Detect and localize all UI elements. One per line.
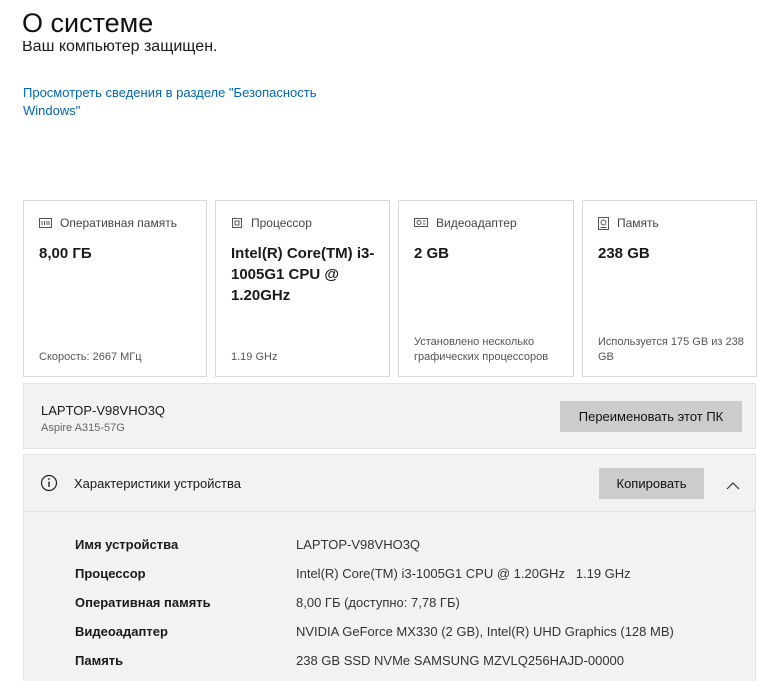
spec-label: Память: [75, 653, 124, 668]
card-value: 8,00 ГБ: [39, 245, 92, 262]
card-footer: 1.19 GHz: [231, 351, 278, 363]
pc-model: Aspire A315-57G: [41, 422, 125, 434]
memory-icon: [39, 218, 52, 228]
spec-value: LAPTOP-V98VHO3Q: [296, 537, 421, 552]
pc-name-panel: LAPTOP-V98VHO3Q Aspire A315-57G Переимен…: [23, 383, 756, 449]
display-adapter-card: Видеоадаптер 2 GB Установлено несколько …: [398, 200, 574, 377]
copy-button[interactable]: Копировать: [599, 468, 704, 499]
card-footer: Установлено несколько графических процес…: [414, 336, 549, 363]
storage-icon: [598, 216, 609, 230]
spec-value: 8,00 ГБ (доступно: 7,78 ГБ): [296, 595, 460, 610]
windows-security-link[interactable]: Просмотреть сведения в разделе "Безопасн…: [23, 84, 363, 120]
spec-label: Процессор: [75, 566, 146, 581]
chevron-up-icon[interactable]: [726, 477, 740, 495]
spec-value: 238 GB SSD NVMe SAMSUNG MZVLQ256HAJD-000…: [296, 653, 625, 668]
spec-label: Имя устройства: [75, 537, 179, 552]
processor-card: Процессор Intel(R) Core(TM) i3-1005G1 CP…: [215, 200, 390, 377]
card-label: Память: [617, 216, 659, 230]
card-label: Процессор: [251, 216, 312, 230]
card-footer: Используется 175 GB из 238 GB: [598, 336, 744, 363]
pc-name: LAPTOP-V98VHO3Q: [41, 403, 166, 418]
specifications-header[interactable]: Характеристики устройства Копировать: [24, 455, 755, 512]
card-label: Оперативная память: [60, 216, 177, 230]
ram-card: Оперативная память 8,00 ГБ Скорость: 266…: [23, 200, 207, 377]
spec-label: Оперативная память: [75, 595, 211, 610]
card-footer: Скорость: 2667 МГц: [39, 351, 142, 363]
rename-pc-button[interactable]: Переименовать этот ПК: [560, 401, 742, 432]
processor-icon: [231, 217, 243, 229]
page-title: О системе: [22, 8, 154, 38]
card-label: Видеоадаптер: [436, 216, 517, 230]
storage-card: Память 238 GB Используется 175 GB из 238…: [582, 200, 757, 377]
protection-status-text: Ваш компьютер защищен.: [22, 41, 218, 55]
spec-value: NVIDIA GeForce MX330 (2 GB), Intel(R) UH…: [296, 624, 674, 639]
card-value: 2 GB: [414, 245, 450, 262]
display-adapter-icon: [414, 218, 428, 228]
card-value: 238 GB: [598, 245, 650, 262]
spec-label: Видеоадаптер: [75, 624, 168, 639]
specifications-title: Характеристики устройства: [74, 476, 241, 491]
card-value: Intel(R) Core(TM) i3-1005G1 CPU @ 1.20GH…: [231, 245, 375, 304]
info-icon: [40, 474, 58, 497]
device-specifications-panel: Характеристики устройства Копировать Имя…: [23, 454, 756, 681]
spec-value: Intel(R) Core(TM) i3-1005G1 CPU @ 1.20GH…: [296, 566, 631, 581]
